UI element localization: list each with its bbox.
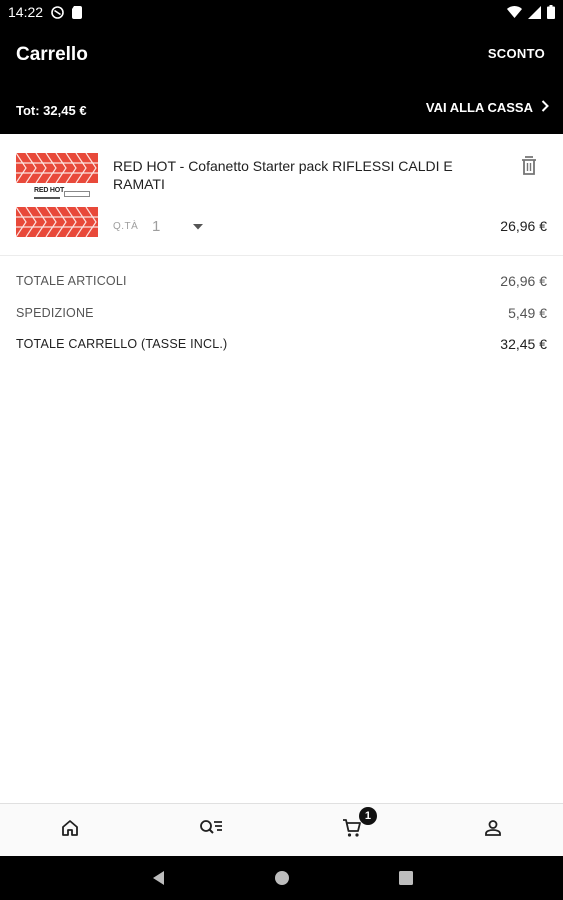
vpn-icon (51, 5, 64, 19)
product-name[interactable]: RED HOT - Cofanetto Starter pack RIFLESS… (113, 157, 483, 193)
signal-icon (528, 5, 541, 19)
delete-icon[interactable] (520, 156, 538, 176)
thumbnail-pattern-bottom (16, 207, 98, 237)
search-filter-icon (199, 819, 223, 842)
tab-account[interactable] (422, 804, 563, 856)
checkout-button[interactable]: VAI ALLA CASSA (426, 100, 549, 115)
back-icon[interactable] (146, 866, 170, 890)
bottom-navigation: 1 (0, 803, 563, 856)
cart-badge: 1 (358, 807, 377, 825)
app-bar: Carrello SCONTO Tot: 32,45 € VAI ALLA CA… (0, 24, 563, 134)
recents-icon[interactable] (394, 866, 418, 890)
summary-label: TOTALE CARRELLO (TASSE INCL.) (16, 337, 228, 351)
summary-value: 26,96 € (500, 273, 547, 289)
discount-button[interactable]: SCONTO (488, 46, 545, 61)
thumbnail-brand: RED HOT (34, 187, 65, 194)
summary-row-total: TOTALE CARRELLO (TASSE INCL.) 32,45 € (0, 331, 563, 363)
sim-card-icon (72, 5, 83, 19)
summary-value: 5,49 € (508, 304, 547, 321)
checkout-label: VAI ALLA CASSA (425, 100, 533, 115)
page-title: Carrello (16, 44, 88, 65)
cart-total-label: Tot: 32,45 € (16, 103, 87, 118)
thumbnail-pattern-top (16, 153, 98, 183)
product-thumbnail[interactable]: RED HOT (16, 153, 98, 237)
thumbnail-logo-area: RED HOT (16, 183, 98, 207)
home-button-icon[interactable] (270, 866, 294, 890)
summary-label: SPEDIZIONE (16, 305, 94, 320)
cart-item: RED HOT RED HOT - Cofanetto Starter pack… (0, 136, 563, 256)
cart-summary: TOTALE ARTICOLI 26,96 € SPEDIZIONE 5,49 … (0, 268, 563, 363)
item-price: 26,96 € (500, 218, 547, 234)
summary-row-items: TOTALE ARTICOLI 26,96 € (0, 268, 563, 300)
chevron-right-icon (541, 100, 549, 115)
status-bar: 14:22 (0, 0, 563, 24)
summary-label: TOTALE ARTICOLI (16, 274, 127, 288)
system-navigation-bar (0, 856, 563, 900)
clock: 14:22 (8, 4, 44, 20)
thumbnail-divider (34, 197, 60, 199)
cart-icon (342, 818, 362, 843)
thumbnail-badge (64, 191, 90, 197)
quantity-label: Q.TÀ (113, 221, 139, 232)
tab-home[interactable] (0, 804, 141, 856)
account-icon (484, 819, 502, 842)
summary-value: 32,45 € (500, 336, 547, 352)
battery-icon (547, 5, 555, 19)
wifi-icon (507, 6, 522, 18)
summary-row-shipping: SPEDIZIONE 5,49 € (0, 300, 563, 332)
chevron-down-icon[interactable] (190, 220, 206, 232)
tab-search[interactable] (141, 804, 282, 856)
home-icon (61, 819, 79, 842)
quantity-value[interactable]: 1 (152, 218, 160, 235)
tab-cart[interactable]: 1 (282, 804, 423, 856)
